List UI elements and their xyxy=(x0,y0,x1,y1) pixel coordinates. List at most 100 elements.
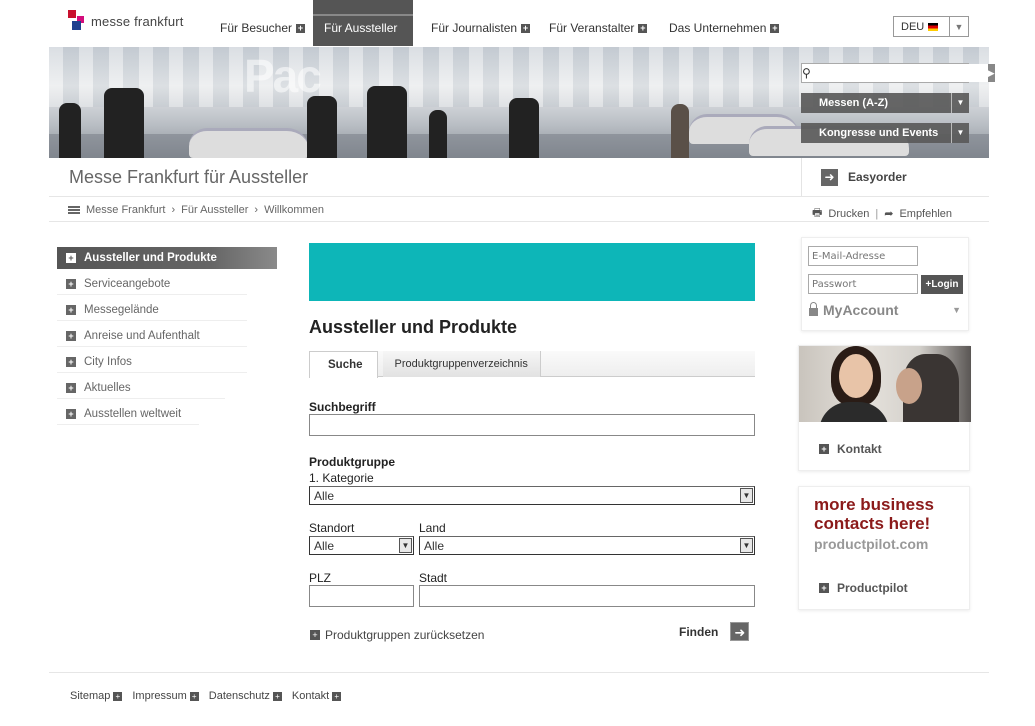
login-button[interactable]: +Login xyxy=(921,275,963,294)
plus-icon: + xyxy=(819,583,829,593)
sidebar: + Aussteller und Produkte + Serviceangebot… xyxy=(57,247,277,429)
chevron-down-icon[interactable]: ▼ xyxy=(950,22,968,32)
standort-label: Standort xyxy=(309,521,355,535)
footer-link-datenschutz[interactable]: Datenschutz + xyxy=(209,690,282,702)
logo-mark-icon xyxy=(68,10,85,32)
kategorie-label: 1. Kategorie xyxy=(309,471,374,485)
breadcrumb: Messe Frankfurt › Für Aussteller › Willkom… xyxy=(68,204,324,216)
plz-input[interactable] xyxy=(309,585,414,607)
teaser-banner xyxy=(309,243,755,301)
plus-icon: + xyxy=(310,630,320,640)
nav-fuer-veranstalter[interactable]: Für Veranstalter + xyxy=(549,21,648,35)
breadcrumb-item[interactable]: Für Aussteller xyxy=(181,204,248,216)
plus-icon: + xyxy=(638,22,648,33)
plus-icon: + xyxy=(819,444,829,454)
sidebar-item-serviceangebote[interactable]: + Serviceangebote xyxy=(57,273,247,295)
password-field[interactable] xyxy=(808,274,918,294)
email-field[interactable] xyxy=(808,246,918,266)
plus-icon: + xyxy=(66,330,76,341)
plus-icon: + xyxy=(189,691,199,701)
search-input[interactable] xyxy=(810,64,988,82)
nav-das-unternehmen[interactable]: Das Unternehmen + xyxy=(669,21,780,35)
chevron-down-icon: ▼ xyxy=(740,488,753,503)
section-title: Aussteller und Produkte xyxy=(309,317,518,337)
sidebar-item-anreise[interactable]: + Anreise und Aufenthalt xyxy=(57,325,247,347)
sidebar-item-messegelaende[interactable]: + Messegelände xyxy=(57,299,247,321)
productpilot-url: productpilot.com xyxy=(814,536,929,552)
suchbegriff-label: Suchbegriff xyxy=(309,400,376,414)
plus-icon: + xyxy=(770,22,780,33)
arrow-right-icon: ➜ xyxy=(730,622,750,641)
plus-icon: + xyxy=(332,691,342,701)
chevron-down-icon: ▼ xyxy=(399,538,412,553)
lock-icon xyxy=(809,302,818,316)
tab-produktgruppenverzeichnis[interactable]: Produktgruppenverzeichnis xyxy=(382,351,541,377)
language-select[interactable]: DEU ▼ xyxy=(893,16,969,37)
plus-icon: + xyxy=(521,22,531,33)
nav-fuer-journalisten[interactable]: Für Journalisten + xyxy=(431,21,531,35)
tab-suche[interactable]: Suche xyxy=(309,351,378,378)
stadt-input[interactable] xyxy=(419,585,755,607)
plus-icon: + xyxy=(66,253,76,263)
share-icon: ➦ xyxy=(884,208,894,220)
sidebar-item-aktuelles[interactable]: + Aktuelles xyxy=(57,377,225,399)
german-flag-icon xyxy=(928,22,939,31)
plus-icon: + xyxy=(66,278,76,289)
logo-text: messe frankfurt xyxy=(91,13,184,29)
plus-icon: + xyxy=(113,691,123,701)
reset-productgroups-link[interactable]: + Produktgruppen zurücksetzen xyxy=(310,628,484,642)
footer-link-impressum[interactable]: Impressum + xyxy=(132,690,199,702)
logo[interactable]: messe frankfurt xyxy=(68,10,184,32)
land-select[interactable]: Alle ▼ xyxy=(419,536,755,555)
produktgruppe-label: Produktgruppe xyxy=(309,455,395,469)
arrow-right-icon: ➜ xyxy=(821,168,838,186)
recommend-link[interactable]: Empfehlen xyxy=(899,208,952,220)
plus-icon: + xyxy=(296,22,306,33)
land-label: Land xyxy=(419,521,446,535)
messen-dropdown[interactable]: Messen (A-Z) ▼ xyxy=(801,93,969,113)
standort-select[interactable]: Alle ▼ xyxy=(309,536,414,555)
nav-fuer-aussteller[interactable]: Für Aussteller xyxy=(313,0,413,46)
footer: Sitemap + Impressum + Datenschutz + Kontakt… xyxy=(70,690,342,702)
stadt-label: Stadt xyxy=(419,571,448,585)
footer-link-kontakt[interactable]: Kontakt + xyxy=(292,690,342,702)
sidebar-item-ausstellen-weltweit[interactable]: + Ausstellen weltweit xyxy=(57,403,199,425)
plus-icon: + xyxy=(272,691,282,701)
footer-link-sitemap[interactable]: Sitemap + xyxy=(70,690,123,702)
search-submit-icon[interactable]: ▶ xyxy=(987,64,995,82)
suchbegriff-input[interactable] xyxy=(309,414,755,436)
breadcrumb-item: Willkommen xyxy=(264,204,324,216)
breadcrumb-item[interactable]: Messe Frankfurt xyxy=(86,204,165,216)
contact-box: + Kontakt xyxy=(798,345,971,471)
finden-button[interactable]: Finden ➜ xyxy=(679,622,750,641)
plus-icon: + xyxy=(66,408,76,419)
productpilot-ad[interactable]: more business contacts here! xyxy=(814,495,934,533)
top-navigation: messe frankfurt Für Besucher + Für Ausste… xyxy=(0,0,1035,46)
site-search[interactable]: ⚲ ▶ xyxy=(801,63,995,83)
search-icon: ⚲ xyxy=(802,66,811,80)
chevron-down-icon: ▼ xyxy=(952,305,961,315)
plus-icon: + xyxy=(66,382,76,393)
tab-bar: Suche Produktgruppenverzeichnis xyxy=(309,351,755,378)
nav-fuer-besucher[interactable]: Für Besucher + xyxy=(220,21,306,35)
productpilot-box: more business contacts here! productpilo… xyxy=(798,486,970,610)
menu-lines-icon xyxy=(68,206,80,214)
login-box: +Login MyAccount ▼ xyxy=(801,237,969,331)
myaccount-link[interactable]: MyAccount ▼ xyxy=(809,302,961,318)
plus-icon: + xyxy=(66,304,76,315)
productpilot-link[interactable]: + Productpilot xyxy=(819,581,908,595)
chevron-down-icon: ▼ xyxy=(951,93,969,113)
kategorie-select[interactable]: Alle ▼ xyxy=(309,486,755,505)
chevron-down-icon: ▼ xyxy=(740,538,753,553)
page-title: Messe Frankfurt für Aussteller xyxy=(69,167,309,187)
easyorder-button[interactable]: ➜ Easyorder xyxy=(801,158,969,196)
chevron-down-icon: ▼ xyxy=(951,123,969,143)
kongresse-dropdown[interactable]: Kongresse und Events ▼ xyxy=(801,123,969,143)
sidebar-item-city-infos[interactable]: + City Infos xyxy=(57,351,247,373)
sidebar-item-aussteller-und-produkte[interactable]: + Aussteller und Produkte xyxy=(57,247,277,269)
banner-text: Pac xyxy=(244,50,322,102)
plus-icon: + xyxy=(66,356,76,367)
print-link[interactable]: Drucken xyxy=(828,208,869,220)
kontakt-link[interactable]: + Kontakt xyxy=(819,442,882,456)
plz-label: PLZ xyxy=(309,571,332,585)
